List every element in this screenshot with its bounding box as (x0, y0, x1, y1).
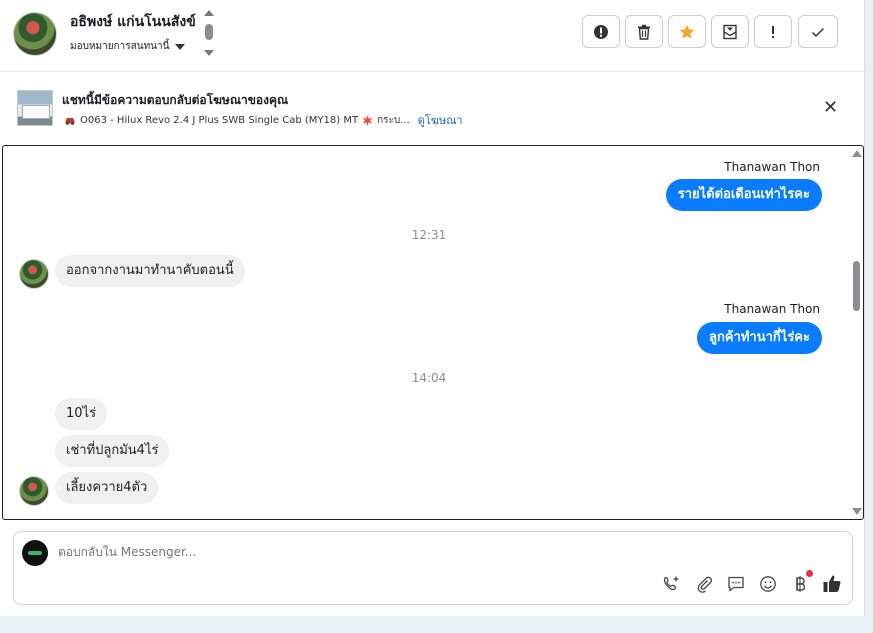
ad-thumbnail[interactable] (17, 90, 53, 126)
car-icon (65, 118, 75, 125)
exclamation-icon (772, 25, 774, 38)
scroll-thumb[interactable] (205, 24, 213, 40)
check-icon (811, 27, 825, 37)
alert-circle-icon (594, 24, 608, 39)
outgoing-message[interactable]: ลูกค้าทำนากี่ไร่คะ (697, 322, 822, 354)
outgoing-message[interactable]: รายได้ต่อเดือนเท่าไรคะ (665, 179, 822, 211)
scroll-down-icon[interactable] (852, 508, 862, 515)
ad-reply-banner: แชทนี้มีข้อความตอบกลับต่อโฆษณาของคุณ O06… (0, 73, 865, 143)
payment-button[interactable] (790, 570, 813, 594)
page-avatar (22, 540, 48, 566)
assign-label: มอบหมายการสนทนานี้ (70, 41, 170, 52)
reply-composer (13, 531, 853, 605)
attach-button[interactable] (694, 574, 714, 594)
conversation-scrollbar[interactable] (849, 146, 863, 519)
mail-icon (723, 24, 737, 39)
scroll-thumb[interactable] (853, 261, 860, 311)
message-square-icon (728, 576, 744, 592)
paperclip-icon (697, 576, 713, 593)
header-scrollbar[interactable] (204, 10, 214, 56)
incoming-message[interactable]: เลี้ยงควาย4ตัว (55, 472, 159, 504)
view-ad-link[interactable]: ดูโฆษณา (418, 111, 463, 129)
ad-banner-title: แชทนี้มีข้อความตอบกลับต่อโฆษณาของคุณ (62, 93, 289, 107)
message-sender: Thanawan Thon (724, 302, 820, 316)
chevron-down-icon (175, 43, 186, 50)
contact-avatar[interactable] (19, 476, 49, 506)
scroll-down-icon[interactable] (204, 50, 214, 56)
spark-icon (362, 114, 373, 126)
close-icon[interactable]: ✕ (823, 99, 838, 117)
saved-replies-button[interactable] (726, 574, 746, 594)
done-button[interactable] (798, 15, 838, 48)
call-button[interactable] (662, 574, 682, 594)
message-sender: Thanawan Thon (724, 160, 820, 174)
incoming-message[interactable]: ออกจากงานมาทำนาคับตอนนี้ (55, 255, 245, 287)
scroll-up-icon[interactable] (852, 150, 862, 157)
star-button[interactable] (668, 15, 706, 48)
delete-button[interactable] (625, 15, 663, 48)
ad-product-name: O063 - Hilux Revo 2.4 J Plus SWB Single … (80, 114, 359, 126)
ad-extra-text: กระบ... (377, 114, 410, 126)
emoji-button[interactable] (758, 574, 778, 594)
assign-dropdown[interactable]: มอบหมายการสนทนานี้ (70, 39, 186, 54)
alert-button[interactable] (582, 15, 620, 48)
reply-input[interactable] (58, 545, 658, 559)
baht-icon (796, 576, 806, 592)
chat-panel: อธิพงษ์ แก่นโนนสังข์ มอบหมายการสนทนานี้ (0, 0, 865, 616)
user-name[interactable]: อธิพงษ์ แก่นโนนสังข์ (70, 11, 196, 33)
spam-button[interactable] (754, 15, 792, 48)
message-timestamp: 14:04 (411, 371, 447, 385)
star-icon (680, 24, 694, 38)
message-timestamp: 12:31 (411, 228, 447, 242)
notification-dot (806, 570, 813, 577)
like-button[interactable] (822, 574, 842, 594)
header-actions (582, 15, 838, 48)
incoming-message[interactable]: เช่าที่ปลูกมัน4ไร่ (55, 435, 170, 467)
contact-avatar[interactable] (19, 259, 49, 289)
composer-tools (662, 570, 842, 594)
chat-header: อธิพงษ์ แก่นโนนสังข์ มอบหมายการสนทนานี้ (0, 0, 865, 72)
mark-unread-button[interactable] (711, 15, 749, 48)
phone-plus-icon (663, 576, 679, 591)
message-list[interactable]: Thanawan Thon รายได้ต่อเดือนเท่าไรคะ 12:… (2, 145, 864, 520)
incoming-message[interactable]: 10ไร่ (55, 398, 108, 430)
smiley-icon (760, 576, 776, 592)
thumbs-up-icon (823, 575, 841, 592)
trash-icon (638, 24, 650, 40)
user-avatar[interactable] (13, 12, 57, 56)
scroll-up-icon[interactable] (204, 10, 214, 16)
ad-banner-subtitle: O063 - Hilux Revo 2.4 J Plus SWB Single … (64, 111, 463, 129)
